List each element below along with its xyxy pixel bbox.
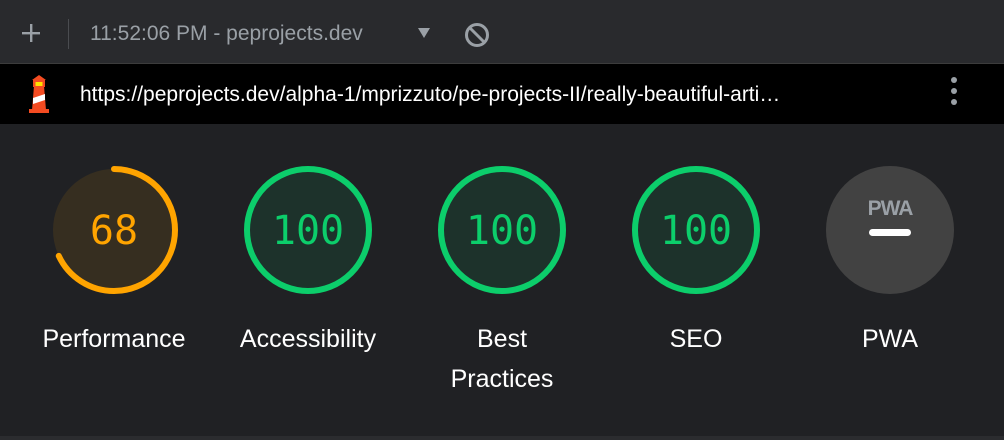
report-select[interactable]: 11:52:06 PM - peprojects.dev bbox=[90, 22, 363, 46]
more-options-icon[interactable] bbox=[946, 77, 962, 111]
score-value: 100 bbox=[660, 208, 732, 254]
category-label: PWA bbox=[861, 325, 919, 353]
category-label: Best Practices bbox=[450, 325, 554, 393]
url-bar: https://peprojects.dev/alpha-1/mprizzuto… bbox=[0, 64, 1004, 124]
category-scores: 68 Performance 100 Accessibility 100 Bes… bbox=[0, 124, 1004, 436]
clear-icon[interactable] bbox=[464, 22, 490, 48]
bottom-border bbox=[0, 436, 1004, 440]
score-value: 100 bbox=[272, 208, 344, 254]
toolbar-divider bbox=[68, 19, 69, 49]
gauge-accessibility[interactable]: 100 Accessibility bbox=[228, 165, 388, 359]
gauge-pwa[interactable]: PWA PWA bbox=[810, 165, 970, 359]
toolbar: 11:52:06 PM - peprojects.dev bbox=[0, 0, 1004, 64]
gauge-seo-ring: 100 bbox=[632, 166, 760, 294]
pwa-badge-text: PWA bbox=[868, 197, 914, 220]
score-value: 100 bbox=[466, 208, 538, 254]
gauge-performance[interactable]: 68 Performance bbox=[34, 165, 194, 359]
category-label: Accessibility bbox=[239, 325, 377, 353]
lighthouse-icon bbox=[29, 75, 49, 113]
gauge-accessibility-ring: 100 bbox=[244, 166, 372, 294]
score-value: 68 bbox=[90, 208, 138, 254]
pwa-badge-icon: PWA bbox=[826, 166, 954, 294]
plus-icon[interactable] bbox=[20, 22, 42, 44]
chevron-down-icon[interactable] bbox=[418, 28, 430, 38]
gauge-performance-ring: 68 bbox=[50, 166, 178, 294]
report-url[interactable]: https://peprojects.dev/alpha-1/mprizzuto… bbox=[80, 82, 920, 108]
category-label: Performance bbox=[42, 325, 186, 353]
category-label: SEO bbox=[669, 325, 723, 353]
gauge-best-practices-ring: 100 bbox=[438, 166, 566, 294]
gauge-best-practices[interactable]: 100 Best Practices bbox=[422, 165, 582, 399]
pwa-not-applicable-dash bbox=[869, 229, 911, 236]
gauge-seo[interactable]: 100 SEO bbox=[616, 165, 776, 359]
